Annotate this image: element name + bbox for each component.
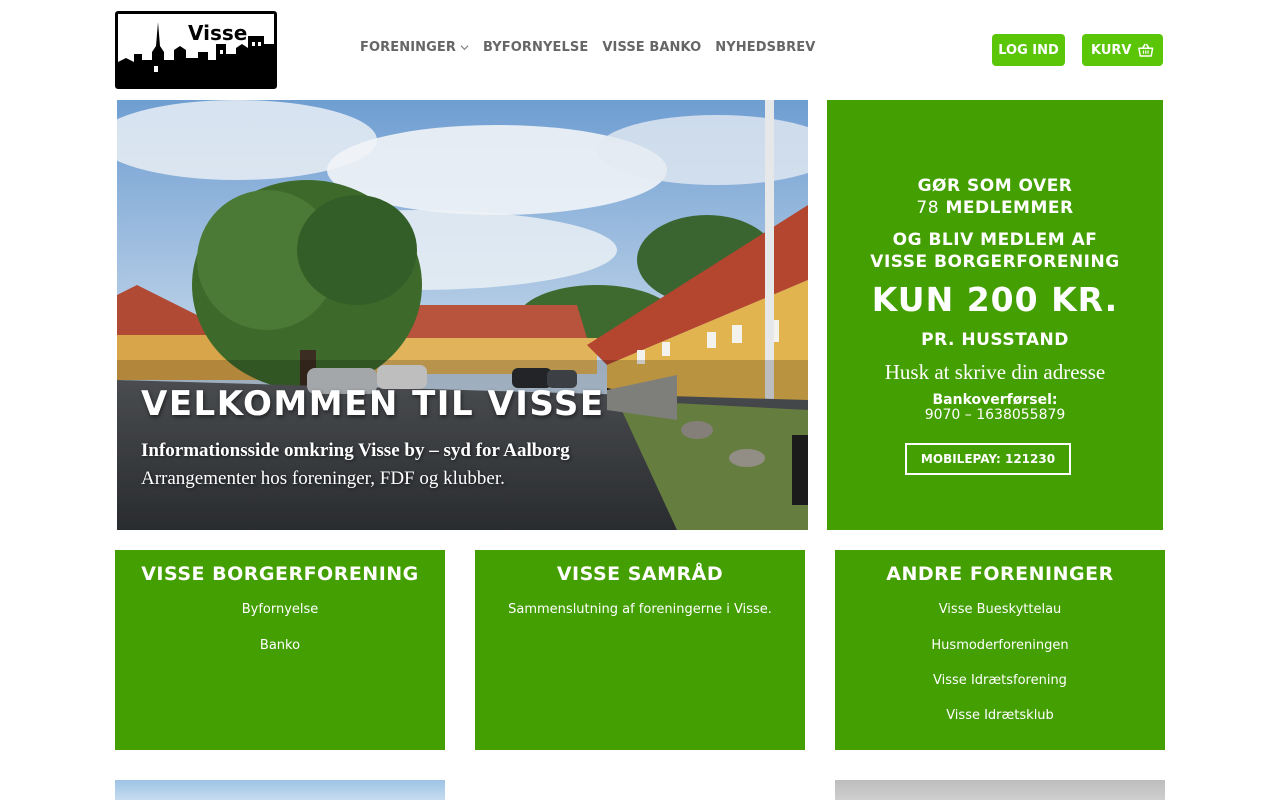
nav-item-label: FORENINGER xyxy=(360,40,456,55)
nav-item-byfornyelse[interactable]: BYFORNYELSE xyxy=(483,40,588,55)
mobilepay-label: MOBILEPAY: 121230 xyxy=(920,452,1056,466)
card-link-byfornyelse[interactable]: Byfornyelse xyxy=(115,602,445,617)
nav-item-nyhedsbrev[interactable]: NYHEDSBREV xyxy=(715,40,815,55)
nav-item-visse-banko[interactable]: VISSE BANKO xyxy=(602,40,701,55)
card-link-idraetsklub[interactable]: Visse Idrætsklub xyxy=(835,708,1165,723)
membership-price: KUN 200 KR. xyxy=(871,280,1119,319)
card-link-bueskyttelau[interactable]: Visse Bueskyttelau xyxy=(835,602,1165,617)
mobilepay-button[interactable]: MOBILEPAY: 121230 xyxy=(905,443,1071,475)
bottom-image-left[interactable] xyxy=(115,780,445,800)
member-count: 78 xyxy=(916,198,940,218)
main-nav: FORENINGER BYFORNYELSE VISSE BANKO NYHED… xyxy=(360,40,815,55)
hero-banner[interactable]: VELKOMMEN TIL VISSE Informationsside omk… xyxy=(117,100,808,530)
nav-item-label: NYHEDSBREV xyxy=(715,40,816,55)
membership-reminder: Husk at skrive din adresse xyxy=(884,360,1106,384)
card-link-idraetsforening[interactable]: Visse Idrætsforening xyxy=(835,673,1165,688)
card-andre-foreninger: ANDRE FORENINGER Visse Bueskyttelau Husm… xyxy=(835,550,1165,750)
hero-description: Arrangementer hos foreninger, FDF og klu… xyxy=(141,468,505,489)
login-label: LOG IND xyxy=(998,42,1059,58)
bank-account: 9070 – 1638055879 xyxy=(924,407,1066,423)
site-header: Visse FORENINGER BYFORNYELSE VISSE BANKO… xyxy=(0,0,1280,100)
membership-box: GØR SOM OVER 78 MEDLEMMER OG BLIV MEDLEM… xyxy=(827,100,1163,530)
membership-line-4: VISSE BORGERFORENING xyxy=(870,252,1120,272)
card-title[interactable]: VISSE BORGERFORENING xyxy=(115,563,445,585)
cart-label: KURV xyxy=(1091,42,1132,58)
membership-line-3: OG BLIV MEDLEM AF xyxy=(892,230,1098,250)
card-link-husmoderforeningen[interactable]: Husmoderforeningen xyxy=(835,638,1165,653)
nav-item-label: VISSE BANKO xyxy=(602,40,702,55)
hero-title: VELKOMMEN TIL VISSE xyxy=(141,384,605,424)
card-link-banko[interactable]: Banko xyxy=(115,638,445,653)
card-title[interactable]: VISSE SAMRÅD xyxy=(475,563,805,585)
nav-item-foreninger[interactable]: FORENINGER xyxy=(360,40,469,55)
bottom-image-right[interactable] xyxy=(835,780,1165,800)
basket-icon xyxy=(1138,43,1154,57)
membership-line-1: GØR SOM OVER xyxy=(917,176,1073,196)
membership-count-line: 78 MEDLEMMER xyxy=(827,198,1163,218)
nav-item-label: BYFORNYELSE xyxy=(482,40,589,55)
member-count-suffix: MEDLEMMER xyxy=(939,198,1074,218)
town-silhouette-icon: Visse xyxy=(118,14,274,86)
membership-per: PR. HUSSTAND xyxy=(921,330,1069,350)
hero-photo xyxy=(117,100,808,530)
card-title[interactable]: ANDRE FORENINGER xyxy=(835,563,1165,585)
card-description: Sammenslutning af foreningerne i Visse. xyxy=(508,602,772,617)
card-visse-samraad: VISSE SAMRÅD Sammenslutning af foreninge… xyxy=(475,550,805,750)
login-button[interactable]: LOG IND xyxy=(992,34,1065,66)
card-visse-borgerforening: VISSE BORGERFORENING Byfornyelse Banko xyxy=(115,550,445,750)
cart-button[interactable]: KURV xyxy=(1082,34,1163,66)
chevron-down-icon xyxy=(460,45,469,51)
hero-subtitle: Informationsside omkring Visse by – syd … xyxy=(141,440,570,461)
site-logo[interactable]: Visse xyxy=(115,11,277,89)
logo-text: Visse xyxy=(188,21,247,45)
bank-label: Bankoverførsel: xyxy=(932,392,1058,408)
